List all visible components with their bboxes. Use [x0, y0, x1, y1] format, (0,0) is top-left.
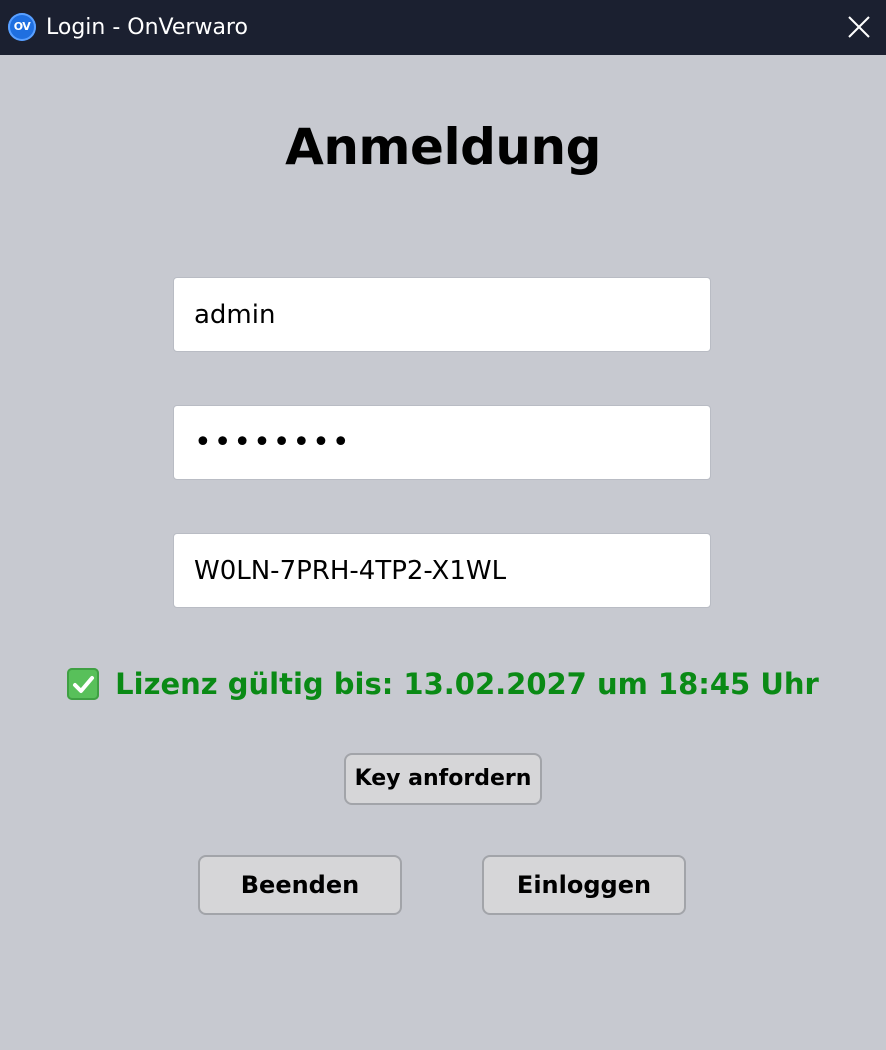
password-field[interactable]: [173, 405, 711, 480]
title-bar: OV Login - OnVerwaro: [0, 0, 886, 55]
request-key-button[interactable]: Key anfordern: [344, 753, 542, 805]
window-title: Login - OnVerwaro: [46, 15, 248, 40]
license-key-field[interactable]: [173, 533, 711, 608]
login-window: OV Login - OnVerwaro Anmeldung Lizenz gü…: [0, 0, 886, 1050]
license-status: Lizenz gültig bis: 13.02.2027 um 18:45 U…: [0, 662, 886, 706]
quit-button[interactable]: Beenden: [198, 855, 402, 915]
close-icon: [848, 16, 870, 38]
license-status-text: Lizenz gültig bis: 13.02.2027 um 18:45 U…: [115, 667, 819, 701]
close-button[interactable]: [840, 9, 876, 45]
username-field[interactable]: [173, 277, 711, 352]
app-logo-icon: OV: [8, 13, 36, 41]
login-button[interactable]: Einloggen: [482, 855, 686, 915]
check-mark-button-icon: [67, 668, 100, 700]
page-title: Anmeldung: [285, 118, 601, 176]
